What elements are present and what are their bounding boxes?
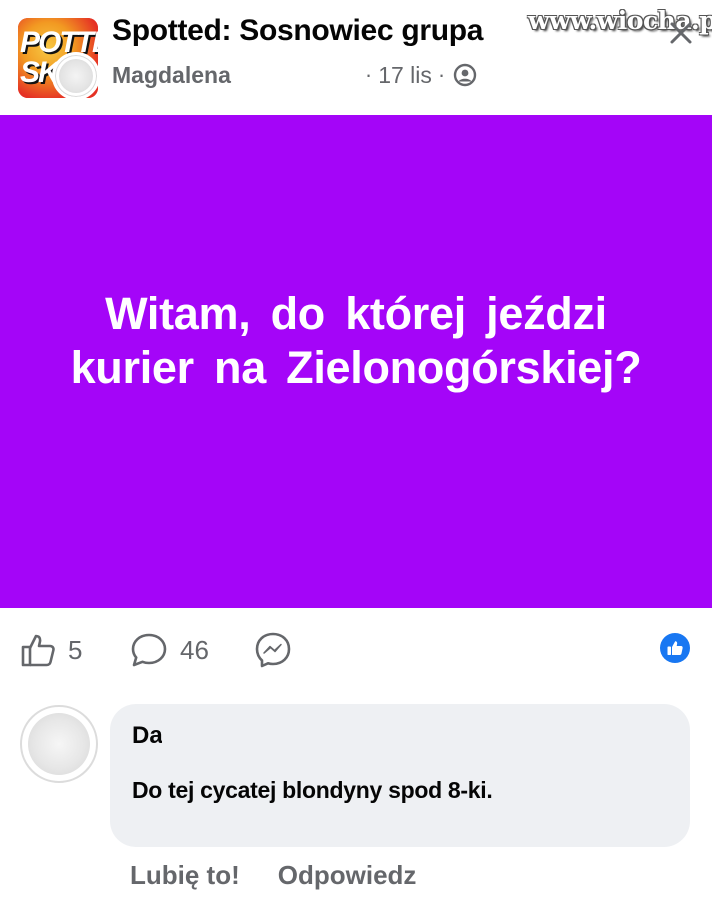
post-header: POTTE SK Spotted: Sosnowiec grupa Magdal… — [0, 0, 712, 115]
author-avatar[interactable] — [52, 52, 100, 100]
messenger-icon — [255, 632, 291, 668]
thumbs-up-icon — [21, 634, 55, 667]
post-text-line-1: Witam, do której jeździ — [105, 287, 607, 339]
comment-like-link[interactable]: Lubię to! — [130, 860, 240, 891]
like-button[interactable]: 5 — [20, 630, 82, 670]
group-name[interactable]: Spotted: Sosnowiec grupa — [112, 14, 483, 48]
author-name[interactable]: Magdalena — [112, 62, 231, 89]
reaction-thumb-glyph — [667, 641, 683, 655]
post-date[interactable]: 17 lis — [378, 62, 432, 89]
comment-author-redaction — [162, 726, 312, 748]
comment-count: 46 — [180, 634, 209, 665]
comment-bubble: Da Do tej cycatej blondyny spod 8-ki. — [110, 704, 690, 847]
close-icon[interactable] — [668, 20, 694, 46]
meta-separator-2: · — [437, 62, 446, 87]
like-reaction-icon[interactable] — [660, 633, 690, 663]
post-actions: 5 46 — [0, 608, 712, 692]
post-text-line-2: kurier na Zielonogórskiej? — [70, 341, 642, 393]
comment-author[interactable]: Da — [132, 722, 163, 750]
post-background[interactable]: Witam, do której jeździ kurier na Zielon… — [0, 115, 712, 608]
post-meta: Magdalena · 17 lis · — [112, 60, 477, 90]
meta-separator: · — [364, 62, 373, 87]
post-text: Witam, do której jeździ kurier na Zielon… — [26, 287, 686, 395]
globe-icon — [454, 63, 477, 87]
like-count: 5 — [68, 634, 83, 665]
commenter-avatar[interactable] — [20, 705, 98, 783]
comment-button[interactable]: 46 — [130, 630, 209, 670]
comment-actions: Lubię to! Odpowiedz — [130, 860, 416, 891]
author-name-redaction — [235, 65, 355, 85]
comment-icon — [131, 633, 167, 667]
commenter-avatar-blur — [28, 713, 90, 775]
messenger-share-button[interactable] — [254, 630, 292, 670]
comment-text: Do tej cycatej blondyny spod 8-ki. — [132, 777, 493, 803]
author-avatar-blur — [59, 59, 93, 93]
comment-reply-link[interactable]: Odpowiedz — [278, 860, 417, 891]
